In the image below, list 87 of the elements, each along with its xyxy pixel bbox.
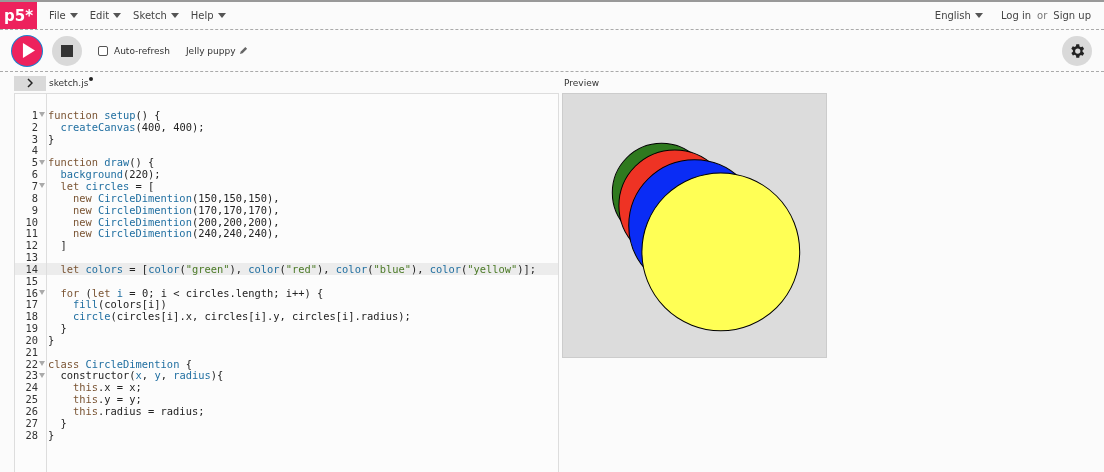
fold-icon[interactable] <box>39 361 45 367</box>
sidebar-toggle[interactable] <box>14 75 46 91</box>
code-line: } <box>59 416 67 429</box>
line-number: 6 <box>30 168 38 181</box>
caret-icon <box>974 13 983 18</box>
menu-item[interactable]: File <box>43 10 84 21</box>
fold-icon[interactable] <box>39 290 45 296</box>
play-button[interactable] <box>12 35 42 66</box>
fold-icon[interactable] <box>39 112 45 118</box>
line-number: 4 <box>30 144 38 157</box>
or-text: or <box>1037 10 1048 21</box>
code-line: function draw() { <box>48 156 155 169</box>
caret-icon <box>217 13 226 18</box>
code-line: function setup() { <box>48 108 161 121</box>
code-line: } <box>59 322 67 335</box>
code-line: } <box>48 132 55 145</box>
file-tab[interactable]: sketch.js <box>49 78 89 88</box>
line-number: 8 <box>30 191 38 204</box>
code-line: } <box>48 428 55 441</box>
line-number: 23 <box>24 369 38 382</box>
code-line: circle(circles[i].x, circles[i].y, circles[i].radius); <box>72 310 411 323</box>
fold-icon[interactable] <box>39 159 45 165</box>
line-number: 21 <box>24 345 38 358</box>
line-number: 2 <box>30 120 38 133</box>
code-line: fill(colors[i]) <box>72 298 167 311</box>
code-line: ] <box>59 239 67 252</box>
code-line: new CircleDimention(150,150,150), <box>72 191 280 204</box>
code-line: new CircleDimention(240,240,240), <box>72 227 280 240</box>
line-number: 5 <box>30 156 38 169</box>
menu-item[interactable]: Edit <box>83 10 128 21</box>
line-number: 3 <box>30 132 38 145</box>
code-editor[interactable] <box>14 93 559 472</box>
fold-icon[interactable] <box>39 183 45 189</box>
line-number: 25 <box>24 393 38 406</box>
pencil-icon[interactable] <box>238 46 248 55</box>
code-line: } <box>48 333 55 346</box>
signup-link[interactable]: Sign up <box>1053 10 1091 21</box>
line-number: 14 <box>24 262 38 275</box>
code-line: this.radius = radius; <box>72 405 205 417</box>
stop-icon <box>61 44 73 57</box>
code-line: let circles = [ <box>59 180 155 192</box>
line-number: 1 <box>30 108 38 121</box>
line-number: 20 <box>24 333 38 346</box>
menu-item[interactable]: Help <box>184 10 232 21</box>
line-number: 13 <box>24 251 38 264</box>
line-number: 22 <box>24 357 38 370</box>
code-line: constructor(x, y, radius){ <box>59 369 224 382</box>
login-link[interactable]: Log in <box>1000 10 1032 21</box>
line-number: 17 <box>24 298 38 311</box>
auto-refresh-label: Auto-refresh <box>114 45 170 56</box>
line-number: 28 <box>24 428 38 441</box>
settings-button[interactable] <box>1062 35 1092 66</box>
checkbox[interactable] <box>98 45 108 56</box>
chevron-icon <box>27 78 33 88</box>
settings-icon <box>1068 41 1086 60</box>
code-line: this.x = x; <box>72 381 142 394</box>
play-icon <box>22 43 35 58</box>
line-number: 26 <box>24 405 38 417</box>
preview-label: Preview <box>564 77 601 90</box>
p5-logo[interactable]: p5* <box>0 2 37 29</box>
line-number: 11 <box>24 227 38 240</box>
line-number: 19 <box>24 322 38 335</box>
code-line: class CircleDimention { <box>48 357 192 370</box>
line-number: 10 <box>24 215 38 228</box>
stop-button[interactable] <box>52 35 82 66</box>
fold-icon[interactable] <box>39 373 45 378</box>
line-number: 15 <box>24 274 38 287</box>
language-menu[interactable]: English <box>928 10 989 21</box>
code-line: createCanvas(400, 400); <box>59 120 205 133</box>
code-line: this.y = y; <box>72 393 142 406</box>
line-number: 9 <box>30 203 38 216</box>
line-number: 7 <box>30 180 38 192</box>
line-number: 12 <box>24 239 38 252</box>
code-line: let colors = [color("green"), color("red"), color("blue"), color("yellow")]; <box>59 262 537 275</box>
caret-icon <box>113 13 122 18</box>
code-line: background(220); <box>59 168 161 181</box>
line-number: 16 <box>24 286 38 299</box>
caret-icon <box>69 13 78 18</box>
code-line: new CircleDimention(170,170,170), <box>72 203 280 216</box>
line-number: 18 <box>24 310 38 323</box>
menu-item[interactable]: Sketch <box>127 10 185 21</box>
line-number: 27 <box>24 416 38 429</box>
caret-icon <box>170 13 179 18</box>
sketch-name[interactable]: Jelly puppy <box>185 45 236 56</box>
line-number: 24 <box>24 381 38 394</box>
code-line: new CircleDimention(200,200,200), <box>72 215 280 228</box>
code-line: for (let i = 0; i < circles.length; i++) { <box>59 286 324 299</box>
